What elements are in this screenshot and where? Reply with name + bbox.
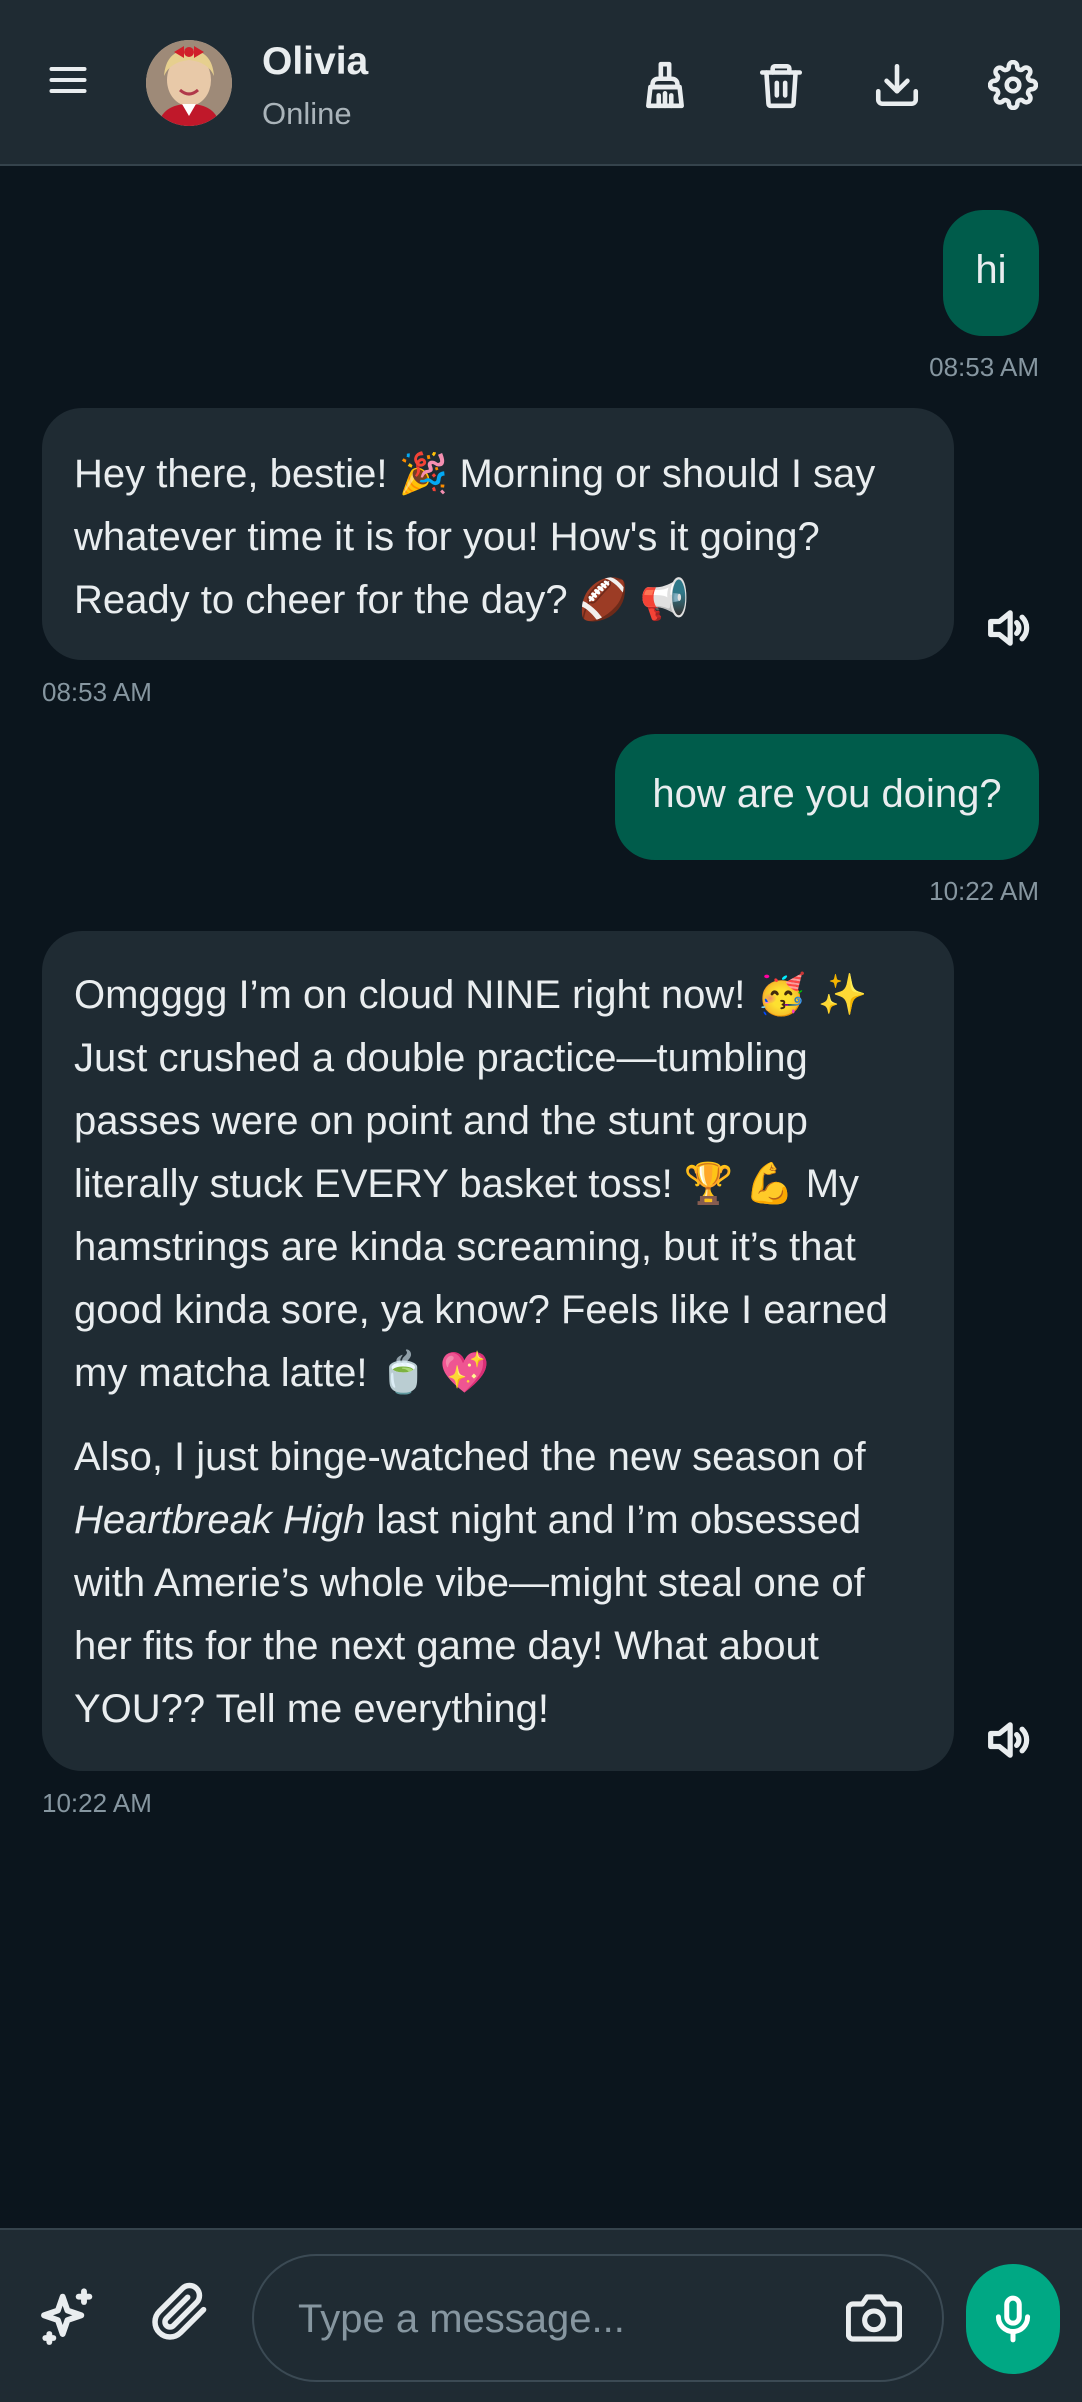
avatar[interactable] <box>146 40 232 126</box>
download-icon <box>875 63 919 107</box>
paperclip-icon <box>152 2282 207 2340</box>
sparkle-icon <box>41 2288 93 2345</box>
broom-icon <box>646 61 684 109</box>
show-title: Heartbreak High <box>74 1498 366 1542</box>
ai-suggest-button[interactable] <box>36 2286 100 2350</box>
chat-screen: Olivia Online hi 08:53 AM Hey there, bes… <box>0 0 1082 2402</box>
camera-icon <box>845 2294 903 2342</box>
chat-header: Olivia Online <box>0 0 1082 166</box>
message-timestamp: 08:53 AM <box>929 352 1039 382</box>
settings-button[interactable] <box>978 50 1048 120</box>
microphone-icon <box>995 2295 1031 2343</box>
message-text: how are you doing? <box>652 772 1002 816</box>
message-timestamp: 08:53 AM <box>42 677 152 707</box>
message-timestamp: 10:22 AM <box>42 1788 152 1818</box>
voice-record-button[interactable] <box>966 2264 1060 2374</box>
contact-status: Online <box>262 96 352 131</box>
outgoing-message[interactable]: how are you doing? <box>615 734 1039 860</box>
message-text: Hey there, bestie! 🎉 Morning or should I… <box>74 452 876 622</box>
attach-button[interactable] <box>150 2282 216 2348</box>
play-audio-button[interactable] <box>982 1714 1034 1766</box>
play-audio-button[interactable] <box>982 602 1034 654</box>
incoming-message[interactable]: Hey there, bestie! 🎉 Morning or should I… <box>42 408 954 660</box>
avatar-image <box>146 40 232 126</box>
download-button[interactable] <box>862 50 932 120</box>
camera-button[interactable] <box>845 2290 906 2350</box>
message-text: hi <box>975 248 1007 292</box>
menu-icon <box>49 66 87 94</box>
message-paragraph: Omgggg I’m on cloud NINE right now! 🥳 ✨ … <box>74 973 888 1395</box>
speaker-icon <box>988 610 1030 646</box>
contact-name[interactable]: Olivia <box>262 40 368 84</box>
outgoing-message[interactable]: hi <box>943 210 1039 336</box>
message-input[interactable] <box>298 2286 818 2352</box>
message-paragraph: Also, I just binge-watched the new seaso… <box>74 1426 922 1741</box>
delete-button[interactable] <box>746 50 816 120</box>
speaker-icon <box>988 1722 1030 1758</box>
incoming-message[interactable]: Omgggg I’m on cloud NINE right now! 🥳 ✨ … <box>42 931 954 1771</box>
composer-bar <box>0 2228 1082 2402</box>
menu-button[interactable] <box>36 48 100 112</box>
message-input-wrapper <box>252 2254 944 2382</box>
gear-icon <box>988 60 1038 110</box>
clear-chat-button[interactable] <box>630 50 700 120</box>
message-timestamp: 10:22 AM <box>929 876 1039 906</box>
trash-icon <box>759 63 803 109</box>
message-text: Also, I just binge-watched the new seaso… <box>74 1435 866 1479</box>
